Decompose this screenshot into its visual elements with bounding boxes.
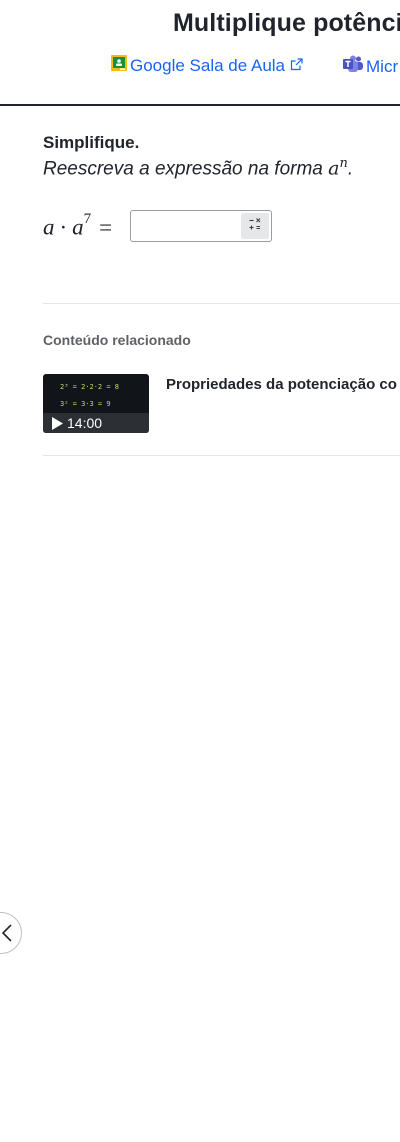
chevron-left-icon: [2, 924, 12, 942]
expr-base-2: a: [72, 214, 84, 240]
google-classroom-icon: [111, 55, 127, 76]
header-divider: [0, 104, 400, 106]
expr-base-1: a: [43, 214, 55, 240]
problem-expression: a · a7 =: [43, 211, 117, 241]
duration-bar: 14:00: [43, 413, 149, 433]
expr-operator: ·: [59, 214, 68, 240]
share-google-classroom-label: Google Sala de Aula: [130, 55, 286, 75]
expr-exponent-2: 7: [83, 211, 92, 227]
instruction-exponent: n: [339, 156, 348, 171]
answer-input[interactable]: [130, 210, 272, 242]
share-microsoft-teams-label: Micr: [366, 56, 399, 76]
external-link-icon: [290, 56, 303, 76]
thumb-line-2: 3² = 3·3 = 9: [60, 400, 111, 408]
math-keypad-button[interactable]: [241, 213, 269, 239]
calculator-icon: [248, 217, 262, 236]
instruction-base: a: [328, 157, 340, 180]
section-divider-bottom: [43, 455, 400, 456]
video-title-link[interactable]: Propriedades da potenciação co: [166, 376, 397, 393]
video-thumbnail[interactable]: 2³ = 2·2·2 = 8 3² = 3·3 = 9 14:00: [43, 374, 149, 433]
play-icon: [52, 416, 63, 430]
page-title: Multiplique potênci: [173, 9, 400, 37]
previous-button[interactable]: [0, 912, 22, 954]
problem-heading: Simplifique.: [43, 133, 140, 152]
video-duration: 14:00: [67, 415, 103, 431]
problem-instruction: Reescreva a expressão na forma an.: [43, 156, 353, 180]
expr-equals: =: [99, 214, 113, 240]
share-microsoft-teams-link[interactable]: Micr: [343, 55, 398, 78]
instruction-text: Reescreva a expressão na forma: [43, 158, 329, 180]
related-content-label: Conteúdo relacionado: [43, 332, 191, 348]
thumb-line-1: 2³ = 2·2·2 = 8: [60, 383, 120, 391]
instruction-end: .: [347, 158, 354, 180]
section-divider: [43, 303, 400, 304]
share-google-classroom-link[interactable]: Google Sala de Aula: [111, 55, 303, 76]
microsoft-teams-icon: [343, 55, 363, 78]
